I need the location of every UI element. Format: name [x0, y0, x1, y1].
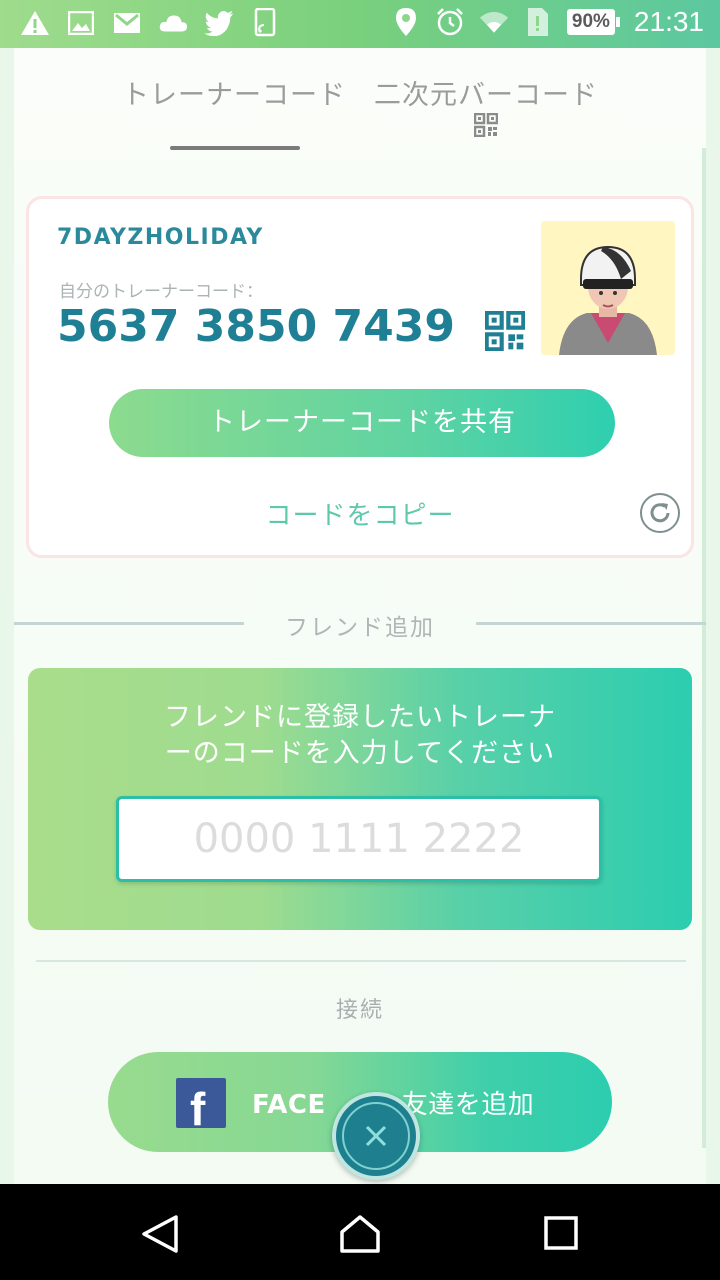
close-icon: [365, 1125, 387, 1147]
connect-title: 接続: [335, 998, 384, 1023]
close-button[interactable]: [332, 1092, 420, 1180]
add-friend-prompt-line1: フレンドに登録したいトレーナ: [164, 702, 556, 733]
warning-icon: [20, 8, 50, 38]
facebook-button-label-rest: 友達を追加: [401, 1090, 535, 1120]
divider-line-right: [476, 622, 706, 625]
trainer-code-label: 自分のトレーナーコード：: [59, 282, 263, 302]
cloud-icon: [158, 8, 188, 38]
trainer-avatar: [541, 221, 675, 355]
friend-add-divider: フレンド追加: [14, 608, 706, 641]
battery-level: 90%: [566, 9, 615, 35]
location-icon: [391, 7, 421, 37]
friend-add-title: フレンド追加: [285, 615, 435, 641]
add-friend-prompt-line2: ーのコードを入力してください: [164, 738, 556, 769]
tab-trainer-code[interactable]: トレーナーコード: [122, 73, 346, 112]
share-trainer-code-button[interactable]: トレーナーコードを共有: [109, 389, 615, 457]
image-icon: [66, 8, 96, 38]
trainer-name: 7DAYZHOLIDAY: [57, 225, 264, 250]
add-friend-box: フレンドに登録したいトレーナ ーのコードを入力してください: [28, 668, 692, 930]
status-bar: 90% 21:31: [0, 0, 720, 48]
status-clock: 21:31: [633, 6, 704, 37]
active-tab-indicator: [170, 146, 300, 150]
qr-code-icon[interactable]: [473, 112, 499, 141]
facebook-button-label-bold: FACE: [252, 1090, 326, 1120]
tab-qr-code[interactable]: 二次元バーコード: [374, 73, 598, 112]
copy-code-link[interactable]: コードをコピー: [29, 495, 691, 532]
home-icon[interactable]: [338, 1214, 382, 1254]
facebook-icon: f: [176, 1078, 226, 1135]
friend-panel: トレーナーコード 二次元バーコード 7DAYZHOLIDAY 自分のトレーナーコ…: [14, 48, 706, 1184]
add-friend-prompt: フレンドに登録したいトレーナ ーのコードを入力してください: [28, 700, 692, 772]
recent-apps-icon[interactable]: [540, 1214, 584, 1254]
qr-code-icon[interactable]: [484, 310, 526, 355]
twitter-icon: [204, 8, 234, 38]
alarm-icon: [435, 7, 465, 37]
battery-indicator: 90%: [566, 9, 620, 35]
friend-code-input[interactable]: [116, 796, 602, 882]
cast-icon: [250, 8, 280, 38]
wifi-icon: [479, 7, 509, 37]
gmail-icon: [112, 8, 142, 38]
battery-tip: [615, 17, 620, 27]
tab-bar: トレーナーコード 二次元バーコード: [14, 68, 706, 158]
trainer-code-value: 5637 3850 7439: [57, 301, 456, 352]
sim-icon: [523, 7, 553, 37]
back-icon[interactable]: [138, 1214, 182, 1254]
refresh-icon[interactable]: [639, 492, 681, 538]
navigation-bar: [0, 1184, 720, 1280]
trainer-card: 7DAYZHOLIDAY 自分のトレーナーコード： 5637 3850 7439: [26, 196, 694, 558]
connect-divider: [36, 960, 686, 962]
